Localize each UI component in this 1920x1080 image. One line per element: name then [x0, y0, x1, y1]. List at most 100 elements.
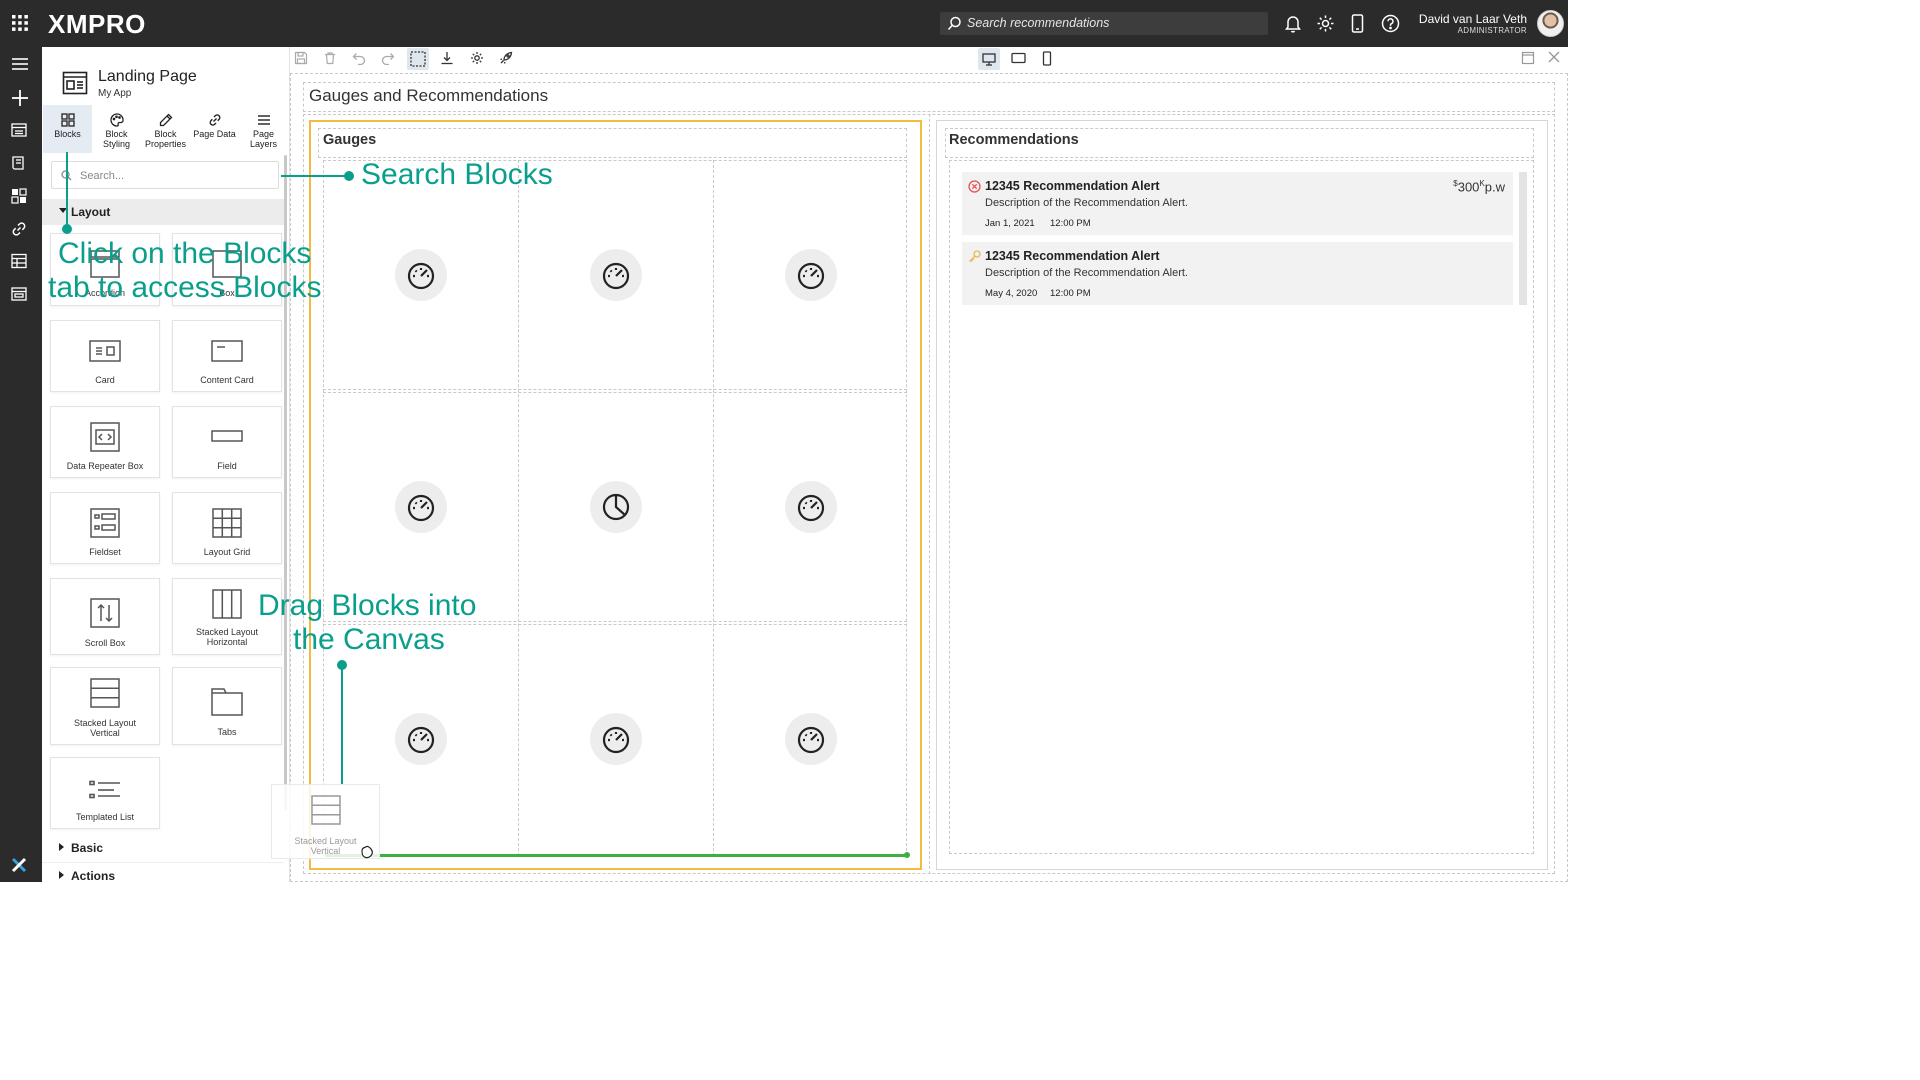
top-bar: XMPRO Search recommendations David van L… [0, 0, 1568, 47]
app-name: My App [98, 88, 132, 99]
apps-list-icon[interactable] [11, 123, 27, 137]
download-icon[interactable] [440, 51, 454, 65]
xmpro-x-icon[interactable] [11, 857, 27, 873]
recommendations-scrollbar[interactable] [1519, 172, 1527, 305]
add-icon[interactable] [11, 89, 29, 107]
close-icon[interactable] [1548, 51, 1560, 63]
page-settings-gear-icon[interactable] [470, 51, 484, 65]
search-icon [947, 16, 962, 31]
tab-page-layers-label: Page Layers [249, 129, 277, 149]
card-icon[interactable] [11, 286, 27, 302]
rocket-publish-icon[interactable] [499, 51, 513, 65]
section-layout[interactable]: Layout [42, 199, 284, 225]
block-scroll-box[interactable]: Scroll Box [50, 578, 160, 655]
section-actions[interactable]: Actions [42, 862, 284, 888]
bell-icon[interactable] [1284, 14, 1302, 33]
blocks-panel: Landing Page My App Blocks Block Styling… [42, 47, 290, 883]
block-scroll-box-label: Scroll Box [84, 638, 126, 648]
recommendation-item[interactable]: 12345 Recommendation Alert Description o… [962, 242, 1513, 305]
annotation-dot-search [344, 171, 354, 181]
block-stacked-h-label: Stacked Layout Horizontal [195, 627, 259, 647]
table-icon[interactable] [11, 253, 27, 269]
block-content-card[interactable]: Content Card [172, 320, 282, 392]
tab-block-properties-label: Block Properties [144, 129, 187, 149]
caret-right-icon [59, 843, 65, 851]
tab-block-styling[interactable]: Block Styling [92, 105, 141, 153]
gauge-widget[interactable] [590, 249, 642, 301]
mobile-device-icon[interactable] [1351, 14, 1364, 33]
dashboard-icon[interactable] [11, 188, 27, 204]
gauge-widget[interactable] [785, 249, 837, 301]
search-blocks-input[interactable]: Search... [51, 161, 279, 189]
block-layout-grid-label: Layout Grid [203, 547, 251, 557]
delete-icon[interactable] [323, 51, 337, 65]
recommendation-title: 12345 Recommendation Alert [985, 179, 1160, 193]
save-icon[interactable] [294, 51, 308, 65]
xmpro-logo[interactable]: XMPRO [48, 9, 146, 40]
block-tabs[interactable]: Tabs [172, 667, 282, 745]
annotation-line-search [281, 175, 347, 177]
gauge-widget[interactable] [785, 481, 837, 533]
block-layout-grid[interactable]: Layout Grid [172, 492, 282, 564]
page-heading[interactable]: Gauges and Recommendations [309, 86, 548, 106]
layers-icon [257, 113, 271, 127]
user-avatar[interactable] [1537, 10, 1564, 37]
link-icon[interactable] [11, 221, 27, 237]
gauge-widget[interactable] [785, 713, 837, 765]
help-icon[interactable] [1381, 14, 1400, 33]
gauge-widget[interactable] [395, 249, 447, 301]
recommendation-description: Description of the Recommendation Alert. [985, 267, 1188, 279]
pie-chart-icon [602, 493, 630, 521]
recommendation-item[interactable]: 12345 Recommendation Alert Description o… [962, 172, 1513, 235]
menu-icon[interactable] [11, 57, 29, 71]
block-data-repeater-box[interactable]: Data Repeater Box [50, 406, 160, 478]
desktop-view-icon[interactable] [978, 48, 1000, 70]
gauge-widget[interactable] [395, 481, 447, 533]
block-content-card-label: Content Card [200, 375, 254, 385]
user-name[interactable]: David van Laar Veth [1419, 12, 1527, 26]
block-templated-list[interactable]: Templated List [50, 757, 160, 829]
undo-icon[interactable] [352, 51, 366, 65]
tab-blocks[interactable]: Blocks [43, 105, 92, 153]
book-icon[interactable] [11, 155, 27, 171]
speedometer-icon [797, 494, 825, 522]
annotation-line-drag [341, 666, 343, 784]
grid-divider [323, 389, 907, 390]
section-layout-label: Layout [71, 205, 111, 219]
tab-page-data[interactable]: Page Data [190, 105, 239, 153]
gauge-widget[interactable] [590, 713, 642, 765]
grid-divider [713, 160, 714, 856]
palette-icon [109, 113, 124, 127]
redo-icon[interactable] [381, 51, 395, 65]
page-data-link-icon [208, 113, 222, 127]
apps-grid-icon[interactable] [11, 14, 29, 32]
gauge-widget[interactable] [395, 713, 447, 765]
tab-block-properties[interactable]: Block Properties [141, 105, 190, 153]
section-basic-label: Basic [71, 841, 104, 855]
pie-widget[interactable] [590, 481, 642, 533]
speedometer-icon [797, 726, 825, 754]
block-field[interactable]: Field [172, 406, 282, 478]
tablet-view-icon[interactable] [1011, 51, 1026, 65]
block-stacked-layout-vertical[interactable]: Stacked Layout Vertical [50, 667, 160, 745]
settings-gear-icon[interactable] [1316, 14, 1335, 33]
recommendation-time: 12:00 PM [1050, 218, 1091, 229]
speedometer-icon [407, 494, 435, 522]
block-fieldset[interactable]: Fieldset [50, 492, 160, 564]
speedometer-icon [797, 262, 825, 290]
section-basic[interactable]: Basic [42, 835, 284, 861]
recommendations-title: Recommendations [949, 132, 1079, 148]
annotation-blocks-line2: tab to access Blocks [48, 271, 322, 304]
search-recommendations-input[interactable]: Search recommendations [940, 12, 1268, 35]
block-card[interactable]: Card [50, 320, 160, 392]
grid-divider [518, 160, 519, 856]
tab-page-layers[interactable]: Page Layers [239, 105, 288, 153]
grid-divider [323, 392, 907, 393]
gauges-title: Gauges [323, 132, 377, 148]
annotation-drag-line1: Drag Blocks into [258, 589, 477, 622]
maximize-icon[interactable] [1521, 51, 1535, 65]
gauges-title-block[interactable] [318, 128, 907, 158]
annotation-line-blocks [66, 152, 68, 228]
phone-view-icon[interactable] [1042, 51, 1052, 66]
select-outline-icon[interactable] [407, 48, 429, 70]
